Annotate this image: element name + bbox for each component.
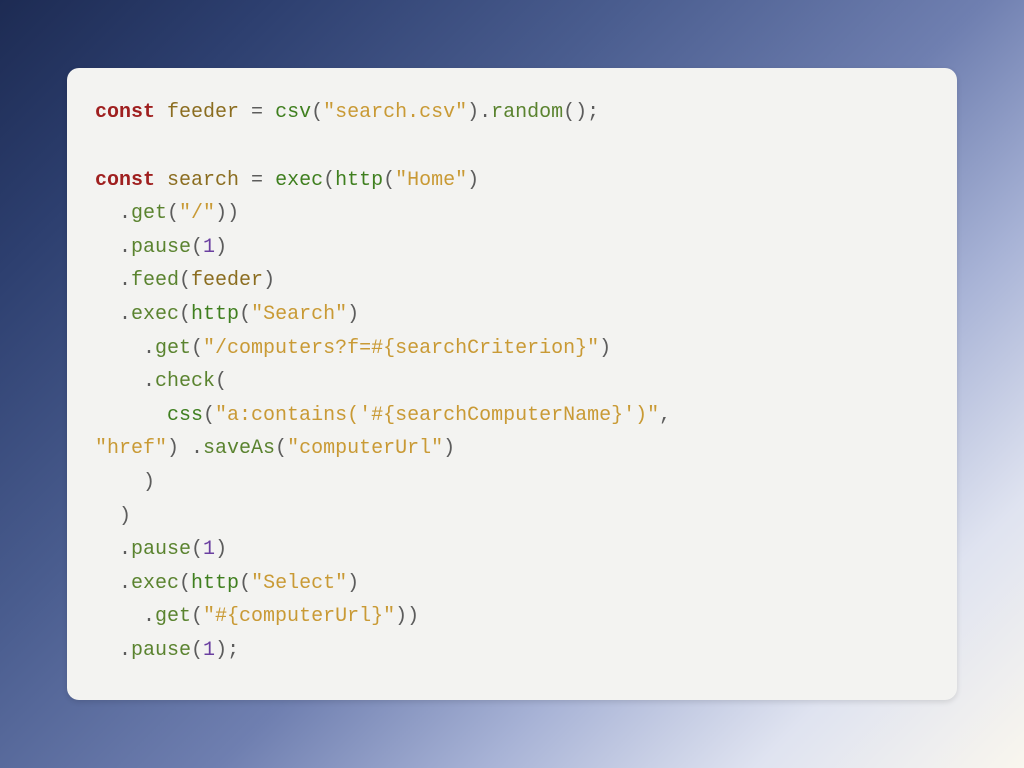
code-token-pun: (	[215, 370, 227, 393]
code-token-str: "/computers?f=#{searchCriterion}"	[203, 337, 599, 360]
code-token-str: "Search"	[251, 303, 347, 326]
code-token-id: feeder	[167, 101, 239, 124]
code-token-pun: ,	[659, 404, 671, 427]
code-token-mth: pause	[131, 639, 191, 662]
code-token-mth: exec	[131, 572, 179, 595]
code-token-pun: .	[95, 337, 155, 360]
code-token-mth: pause	[131, 236, 191, 259]
code-token-fn: http	[191, 572, 239, 595]
code-token-mth: get	[155, 605, 191, 628]
code-token-pun: =	[239, 101, 275, 124]
code-token-pun: .	[95, 202, 131, 225]
code-token-mth: get	[131, 202, 167, 225]
code-token-mth: get	[155, 337, 191, 360]
code-token-pun: )	[347, 303, 359, 326]
code-token-str: "Select"	[251, 572, 347, 595]
code-card: const feeder = csv("search.csv").random(…	[67, 68, 957, 699]
code-token-pun: ();	[563, 101, 599, 124]
code-token-pun: ).	[467, 101, 491, 124]
code-token-kw: const	[95, 101, 155, 124]
code-token-pun	[155, 101, 167, 124]
code-token-pun: .	[95, 639, 131, 662]
code-token-pun: (	[239, 303, 251, 326]
code-token-str: "#{computerUrl}"	[203, 605, 395, 628]
code-token-pun: (	[275, 437, 287, 460]
code-token-mth: check	[155, 370, 215, 393]
code-token-num: 1	[203, 639, 215, 662]
code-token-pun: )	[347, 572, 359, 595]
code-token-pun: .	[95, 605, 155, 628]
code-token-pun: )	[215, 538, 227, 561]
code-token-pun: (	[167, 202, 179, 225]
code-token-fn: css	[167, 404, 203, 427]
code-token-pun: );	[215, 639, 239, 662]
code-token-pun: .	[95, 572, 131, 595]
code-token-pun: (	[191, 639, 203, 662]
code-token-pun: .	[95, 370, 155, 393]
code-token-pun: )	[443, 437, 455, 460]
code-token-kw: const	[95, 169, 155, 192]
code-token-pun: =	[239, 169, 275, 192]
code-token-pun: ) .	[167, 437, 203, 460]
code-token-mth: feed	[131, 269, 179, 292]
code-token-pun: )	[263, 269, 275, 292]
code-token-id: search	[167, 169, 239, 192]
code-token-pun: (	[191, 538, 203, 561]
code-token-fn: http	[191, 303, 239, 326]
code-token-pun: (	[191, 236, 203, 259]
code-token-pun	[95, 404, 167, 427]
code-token-num: 1	[203, 538, 215, 561]
code-token-fn: exec	[275, 169, 323, 192]
code-token-str: "search.csv"	[323, 101, 467, 124]
code-token-pun: (	[311, 101, 323, 124]
code-token-pun: (	[179, 269, 191, 292]
code-token-fn: csv	[275, 101, 311, 124]
code-token-str: "Home"	[395, 169, 467, 192]
code-token-num: 1	[203, 236, 215, 259]
code-token-id: feeder	[191, 269, 263, 292]
code-token-pun: )	[95, 505, 131, 528]
code-token-pun: (	[203, 404, 215, 427]
code-token-pun: )	[215, 236, 227, 259]
code-token-pun: .	[95, 303, 131, 326]
code-token-pun: ))	[395, 605, 419, 628]
code-block: const feeder = csv("search.csv").random(…	[95, 96, 929, 667]
code-token-pun: (	[191, 605, 203, 628]
code-token-pun: (	[179, 303, 191, 326]
code-token-pun: )	[467, 169, 479, 192]
code-token-pun: .	[95, 269, 131, 292]
code-token-fn: http	[335, 169, 383, 192]
code-token-str: "a:contains('#{searchComputerName}')"	[215, 404, 659, 427]
code-token-pun	[155, 169, 167, 192]
code-token-mth: exec	[131, 303, 179, 326]
code-token-pun: )	[95, 471, 155, 494]
code-token-pun: (	[383, 169, 395, 192]
code-token-pun: (	[239, 572, 251, 595]
code-token-pun: ))	[215, 202, 239, 225]
code-token-mth: pause	[131, 538, 191, 561]
code-token-pun: .	[95, 236, 131, 259]
code-token-mth: saveAs	[203, 437, 275, 460]
code-token-pun: )	[599, 337, 611, 360]
code-token-mth: random	[491, 101, 563, 124]
code-token-str: "/"	[179, 202, 215, 225]
code-token-pun: (	[179, 572, 191, 595]
code-token-pun: .	[95, 538, 131, 561]
code-token-pun: (	[323, 169, 335, 192]
code-token-str: "computerUrl"	[287, 437, 443, 460]
code-token-pun: (	[191, 337, 203, 360]
code-token-str: "href"	[95, 437, 167, 460]
